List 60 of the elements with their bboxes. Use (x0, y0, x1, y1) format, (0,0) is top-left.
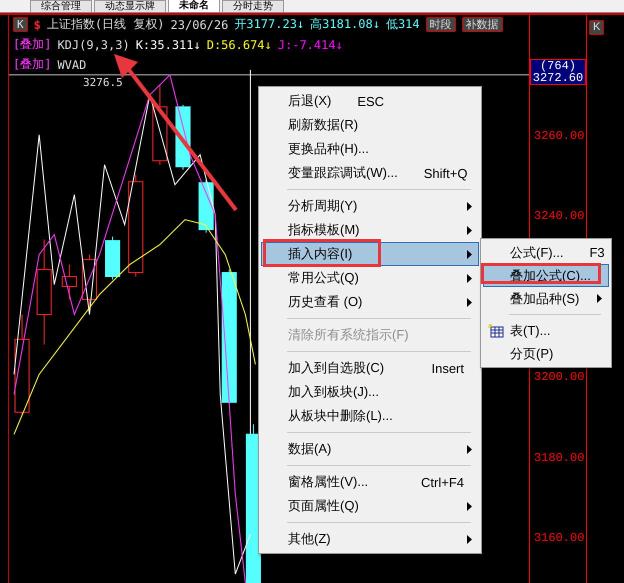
menu-item[interactable]: 叠加品种(S) (483, 287, 609, 310)
menu-item[interactable]: 历史查看 (O) (261, 290, 479, 314)
peak-price-label: 3276.5 (83, 76, 123, 89)
menu-item[interactable]: 分页(P) (483, 342, 609, 365)
submenu-arrow-icon (467, 444, 472, 454)
low-price: 低314 (386, 16, 420, 33)
submenu-arrow-icon (467, 226, 472, 234)
indicator-name: WVAD (57, 58, 86, 72)
toolbar-button[interactable]: 补数据 (462, 17, 503, 32)
menu-item[interactable]: 插入内容(I) (261, 242, 479, 266)
menu-item[interactable]: 数据(A) (261, 437, 479, 461)
toolbar-button[interactable]: 时段 (426, 17, 456, 32)
submenu-arrow-icon (467, 250, 472, 258)
menu-item[interactable]: 加入到自选股(C) Insert (261, 356, 479, 380)
indicator-value: K:35.311↓ (136, 38, 201, 52)
price-tick-label: 3240.00 (534, 209, 584, 224)
menu-item[interactable]: 公式(F)... F3 (483, 241, 609, 264)
price-tick-label: 3200.00 (534, 370, 584, 384)
submenu-arrow-icon (467, 298, 472, 306)
price-tick-label: 3180.00 (534, 450, 584, 465)
menu-item[interactable]: 更换品种(H)... (261, 137, 479, 161)
menu-item[interactable]: 变量跟踪调试(W)... Shift+Q (261, 161, 479, 185)
submenu-arrow-icon (467, 534, 472, 544)
period-button[interactable]: K (589, 20, 604, 35)
price-tick-label: 3260.00 (534, 129, 584, 143)
indicator-name: KDJ(9,3,3) (57, 38, 130, 52)
candle (198, 179, 214, 234)
candle (105, 236, 120, 280)
overlay-tag: [叠加] (13, 56, 52, 73)
tab[interactable]: 综合管理 (30, 0, 92, 12)
menu-item[interactable]: 常用公式(Q) (261, 266, 479, 290)
date-label: 23/06/26 (170, 18, 228, 32)
menu-item[interactable]: 从板块中删除(L)... (261, 404, 479, 428)
open-price: 开3177.23↓ (234, 16, 304, 33)
tab[interactable]: 动态显示牌 (94, 0, 166, 12)
symbol-mark: $ (34, 18, 41, 32)
menu-item[interactable]: 分析周期(Y) (261, 194, 479, 218)
overlay-tag: [叠加] (13, 36, 52, 53)
submenu-arrow-icon (467, 274, 472, 282)
submenu-arrow-icon (467, 202, 472, 210)
menu-item[interactable]: 页面属性(Q) (261, 494, 479, 518)
table-icon (488, 324, 504, 338)
menu-item[interactable]: 其他(Z) (261, 527, 479, 551)
high-price: 高3181.08↓ (310, 16, 380, 33)
candle (62, 264, 77, 300)
price-tick-label: 3160.00 (534, 531, 584, 545)
menu-item[interactable]: 指标模板(M) (261, 218, 479, 242)
current-price-box: (764) 3272.60 (530, 59, 586, 85)
submenu-arrow-icon (597, 294, 602, 303)
indicator-value: D:56.674↓ (206, 38, 272, 52)
menu-item[interactable]: 刷新数据(R) (261, 113, 479, 137)
menu-item[interactable]: 后退(X) ESC (261, 89, 479, 113)
period-button[interactable]: K (13, 17, 28, 32)
menu-item[interactable]: 加入到板块(J)... (261, 380, 479, 404)
menu-item[interactable]: 窗格属性(V)... Ctrl+F4 (261, 470, 479, 494)
menu-item[interactable]: 表(T)... (483, 319, 609, 342)
indicator-value: J:-7.414↓ (278, 38, 343, 52)
chart-title: 上证指数(日线 复权) (46, 16, 165, 33)
tab[interactable]: 分时走势 (222, 0, 284, 12)
submenu-arrow-icon (467, 502, 472, 510)
